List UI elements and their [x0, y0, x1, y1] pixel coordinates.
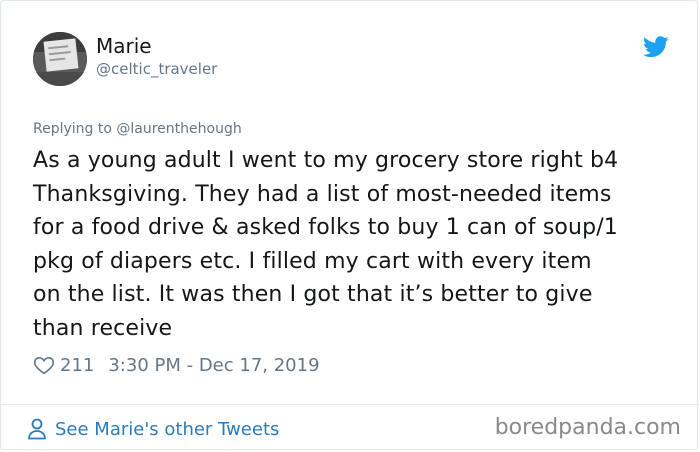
avatar-photo [33, 32, 87, 86]
person-icon [28, 418, 46, 440]
tweet-text-line: As a young adult I went to my grocery st… [33, 148, 619, 173]
see-other-tweets-link[interactable]: See Marie's other Tweets [27, 416, 279, 442]
reply-handle-link[interactable]: @laurenthehough [116, 121, 241, 137]
tweet-text: As a young adult I went to my grocery st… [33, 144, 683, 345]
tweet-text-line: than receive [33, 315, 173, 341]
author-handle[interactable]: @celtic_traveler [96, 60, 217, 78]
tweet-text-line: Thanksgiving. They had a list of most-ne… [33, 181, 612, 207]
author-name[interactable]: Marie [96, 34, 152, 58]
heart-icon[interactable] [33, 354, 55, 376]
watermark: boredpanda.com [494, 415, 681, 440]
reply-prefix: Replying to [33, 121, 112, 137]
tweet-text-line: pkg of diapers etc. I filled my cart wit… [33, 248, 592, 274]
avatar[interactable] [33, 32, 87, 86]
divider [1, 404, 699, 405]
tweet-card: Marie @celtic_traveler Replying to @laur… [0, 0, 699, 450]
tweet-meta: 211 3:30 PM - Dec 17, 2019 [33, 352, 320, 378]
reply-line: Replying to @laurenthehough [33, 121, 242, 137]
timestamp[interactable]: 3:30 PM - Dec 17, 2019 [108, 355, 319, 376]
twitter-bird-icon[interactable] [643, 36, 669, 58]
see-other-tweets-label: See Marie's other Tweets [55, 418, 280, 440]
tweet-text-line: for a food drive & asked folks to buy 1 … [33, 215, 618, 240]
like-count: 211 [60, 354, 95, 376]
tweet-text-line: on the list. It was then I got that it’s… [33, 282, 593, 307]
